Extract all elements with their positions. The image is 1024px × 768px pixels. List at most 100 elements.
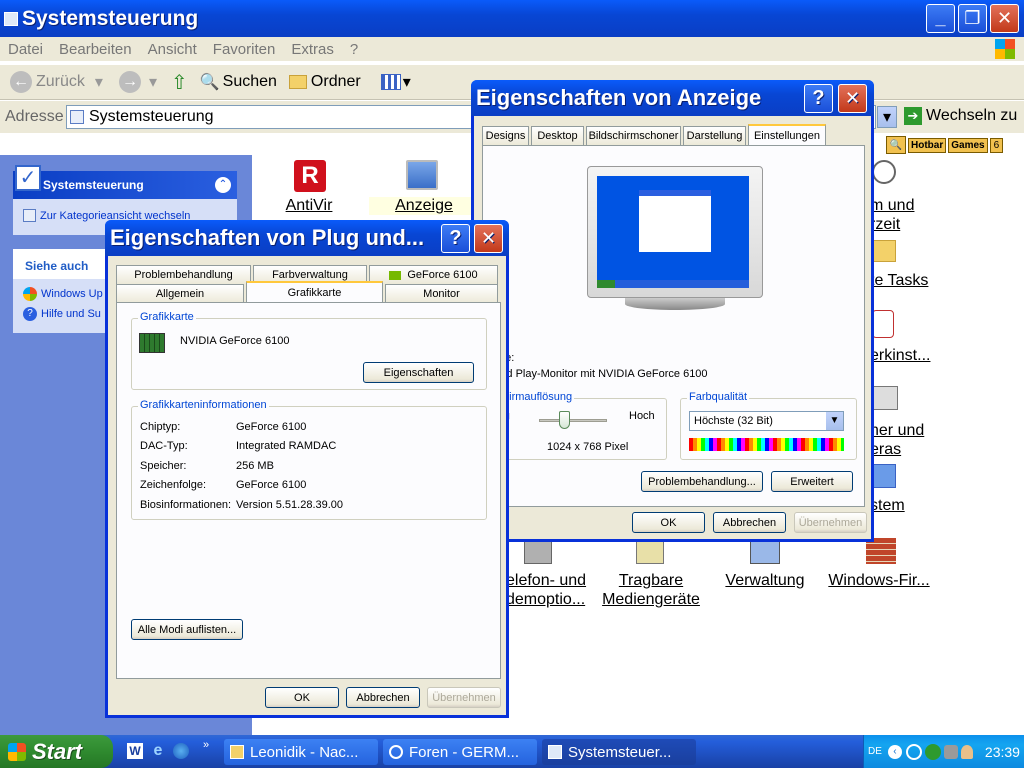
- display-ok-button[interactable]: OK: [632, 512, 705, 533]
- display-apply-button[interactable]: Übernehmen: [794, 512, 867, 533]
- adapter-info-label: Grafikkarteninformationen: [138, 399, 269, 411]
- hotbar-link[interactable]: Hotbar: [908, 137, 947, 153]
- folders-button[interactable]: Ordner: [288, 73, 361, 91]
- system-item[interactable]: stem: [870, 497, 930, 515]
- pnp-apply-button[interactable]: Übernehmen: [427, 687, 501, 708]
- anzeige-item[interactable]: Anzeige: [369, 197, 479, 215]
- tab-graphics-card[interactable]: Grafikkarte: [246, 281, 383, 302]
- firefox-quicklaunch-icon[interactable]: [173, 743, 189, 759]
- views-button[interactable]: ▾: [380, 72, 411, 92]
- color-quality-select[interactable]: Höchste (32 Bit) ▼: [689, 411, 844, 431]
- menu-help[interactable]: ?: [350, 41, 358, 58]
- pnp-help-button[interactable]: ?: [441, 224, 470, 253]
- close-icon: ✕: [996, 8, 1013, 28]
- up-folder-button[interactable]: ⇧: [171, 70, 188, 95]
- tab-desktop[interactable]: Desktop: [531, 126, 584, 145]
- menu-bearbeiten[interactable]: Bearbeiten: [59, 41, 132, 58]
- info-key: DAC-Typ:: [140, 440, 188, 452]
- tray-app-icon[interactable]: [905, 743, 922, 760]
- main-title: Systemsteuerung: [4, 4, 198, 34]
- ie-quicklaunch-icon[interactable]: e: [150, 743, 166, 759]
- tab-monitor[interactable]: Monitor: [385, 284, 498, 303]
- pnp-ok-button[interactable]: OK: [265, 687, 339, 708]
- tasks-item[interactable]: te Tasks: [870, 272, 950, 290]
- search-button[interactable]: 🔍 Suchen: [200, 72, 277, 92]
- tray-network-icon[interactable]: [924, 743, 941, 760]
- start-button[interactable]: Start: [0, 735, 113, 768]
- info-value: GeForce 6100: [236, 421, 307, 433]
- advanced-button[interactable]: Erweitert: [771, 471, 853, 492]
- antivir-item[interactable]: AntiVir: [254, 197, 364, 215]
- antivir-icon[interactable]: R: [294, 160, 326, 192]
- display-icon[interactable]: [406, 160, 438, 190]
- menu-bar: Datei Bearbeiten Ansicht Favoriten Extra…: [0, 37, 1024, 61]
- portable-devices-line2[interactable]: Mediengeräte: [596, 591, 706, 609]
- menu-datei[interactable]: Datei: [8, 41, 43, 58]
- maximize-button[interactable]: ❐: [958, 4, 987, 33]
- control-panel-task-icon: [548, 745, 562, 759]
- firewall-item[interactable]: Windows-Fir...: [822, 572, 936, 590]
- close-button[interactable]: ✕: [990, 4, 1019, 33]
- go-button[interactable]: ➔ Wechseln zu: [904, 107, 1017, 125]
- tab-appearance[interactable]: Darstellung: [683, 126, 746, 145]
- back-button[interactable]: ← Zurück: [10, 71, 85, 93]
- menu-favoriten[interactable]: Favoriten: [213, 41, 276, 58]
- menu-extras[interactable]: Extras: [291, 41, 334, 58]
- views-dropdown-icon: ▾: [402, 74, 411, 91]
- screen-taskbar-preview: [597, 280, 749, 288]
- tab-geforce[interactable]: GeForce 6100: [369, 265, 498, 284]
- display-help-button[interactable]: ?: [804, 84, 833, 113]
- taskbar-item-active[interactable]: Systemsteuer...: [542, 739, 696, 765]
- tab-general[interactable]: Allgemein: [116, 284, 244, 303]
- address-dropdown-button[interactable]: ▾: [877, 106, 897, 128]
- tab-screensaver[interactable]: Bildschirmschoner: [586, 126, 681, 145]
- pnp-properties-dialog: Eigenschaften von Plug und... ? ✕ Proble…: [105, 220, 509, 718]
- datum-item-line2[interactable]: rzeit: [870, 216, 930, 234]
- forward-dropdown-icon[interactable]: ▾: [149, 72, 157, 92]
- minimize-button[interactable]: _: [926, 4, 955, 33]
- scanner-item-line2[interactable]: eras: [870, 441, 940, 459]
- mouse-item[interactable]: erkinst...: [870, 347, 950, 365]
- phone-item-line2[interactable]: demoptio...: [506, 591, 596, 609]
- taskbar-item[interactable]: Leonidik - Nac...: [224, 739, 378, 765]
- pnp-cancel-button[interactable]: Abbrechen: [346, 687, 420, 708]
- display-cancel-button[interactable]: Abbrechen: [713, 512, 786, 533]
- portable-devices-line1[interactable]: Tragbare: [596, 572, 706, 590]
- display-close-button[interactable]: ✕: [838, 84, 867, 113]
- windows-logo-icon: [995, 39, 1015, 59]
- list-all-modes-button[interactable]: Alle Modi auflisten...: [131, 619, 243, 640]
- games-link[interactable]: Games: [948, 137, 988, 153]
- forward-button[interactable]: →: [118, 71, 141, 93]
- tray-expand-icon[interactable]: ‹: [887, 744, 902, 759]
- troubleshoot-button[interactable]: Problembehandlung...: [641, 471, 763, 492]
- scanner-item-line1[interactable]: ner und: [870, 422, 940, 440]
- menu-ansicht[interactable]: Ansicht: [148, 41, 197, 58]
- pnp-close-button[interactable]: ✕: [474, 224, 503, 253]
- more-link[interactable]: 6: [989, 137, 1004, 153]
- quicklaunch-more-icon[interactable]: »: [203, 739, 209, 751]
- collapse-icon[interactable]: ⌃: [215, 177, 231, 193]
- verwaltung-item[interactable]: Verwaltung: [710, 572, 820, 590]
- resolution-slider-track[interactable]: [539, 419, 607, 422]
- tray-security-icon[interactable]: [943, 744, 958, 759]
- resolution-slider-thumb[interactable]: [559, 411, 570, 429]
- screen-window-preview: [639, 190, 711, 252]
- tab-settings[interactable]: Einstellungen: [748, 124, 826, 145]
- tab-designs[interactable]: Designs: [482, 126, 529, 145]
- clock[interactable]: 23:39: [985, 744, 1020, 760]
- properties-button[interactable]: Eigenschaften: [363, 362, 474, 383]
- phone-item-line1[interactable]: elefon- und: [506, 572, 596, 590]
- datum-item-line1[interactable]: m und: [870, 197, 930, 215]
- help-icon: ?: [23, 307, 37, 321]
- tray-user-icon[interactable]: [960, 744, 973, 759]
- high-label: Hoch: [629, 410, 655, 422]
- info-key: Biosinformationen:: [140, 499, 232, 511]
- language-indicator[interactable]: DE: [868, 746, 882, 757]
- close-icon: ✕: [844, 88, 861, 108]
- tab-troubleshooting[interactable]: Problembehandlung: [116, 265, 251, 284]
- taskbar-item[interactable]: Foren - GERM...: [383, 739, 537, 765]
- back-dropdown-icon[interactable]: ▾: [95, 72, 103, 92]
- chevron-down-icon: ▼: [826, 412, 843, 430]
- word-quicklaunch-icon[interactable]: W: [127, 743, 143, 759]
- search-small-icon[interactable]: 🔍: [886, 136, 906, 154]
